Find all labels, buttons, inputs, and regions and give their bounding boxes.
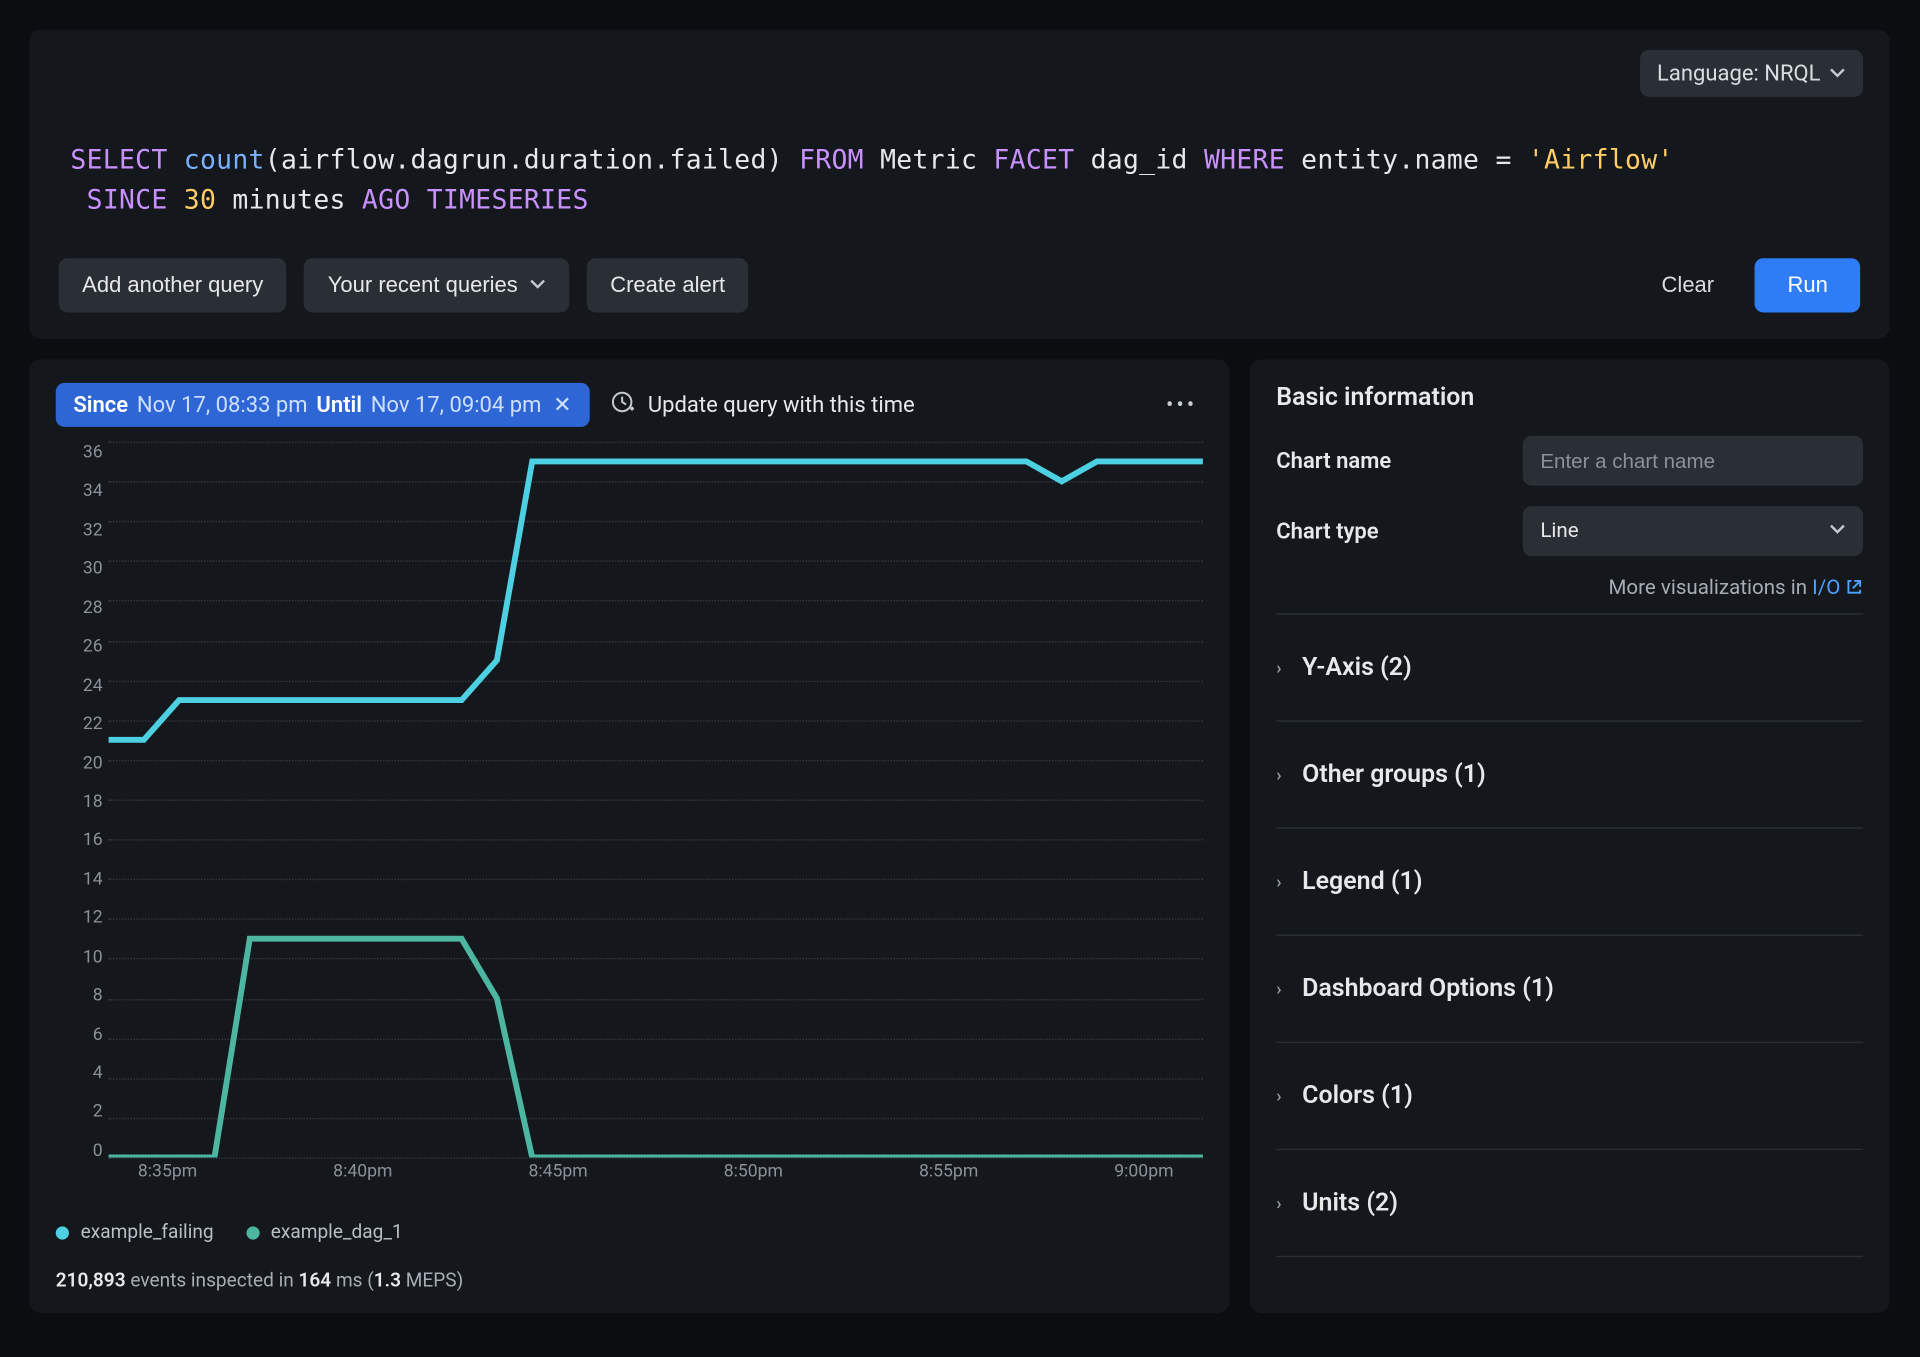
add-query-button[interactable]: Add another query	[59, 258, 287, 312]
chart-name-label: Chart name	[1276, 447, 1496, 473]
x-axis: 8:35pm 8:40pm 8:45pm 8:50pm 8:55pm 9:00pm	[109, 1160, 1203, 1189]
update-query-time-button[interactable]: Update query with this time	[610, 389, 915, 421]
y-tick: 4	[56, 1062, 103, 1083]
section-title: Basic information	[1276, 383, 1863, 412]
x-tick: 8:45pm	[528, 1160, 587, 1189]
accordion-label: Other groups (1)	[1302, 760, 1486, 789]
accordion-label: Colors (1)	[1302, 1081, 1413, 1110]
y-tick: 12	[56, 907, 103, 928]
y-tick: 2	[56, 1101, 103, 1122]
chart[interactable]: 363432302826242220181614121086420 8:35pm…	[56, 442, 1203, 1190]
plot-area	[109, 442, 1203, 1158]
y-tick: 26	[56, 635, 103, 656]
accordion-label: Units (2)	[1302, 1188, 1398, 1217]
close-icon[interactable]: ✕	[550, 392, 574, 418]
x-tick: 8:35pm	[138, 1160, 197, 1189]
x-tick: 8:40pm	[333, 1160, 392, 1189]
chart-type-label: Chart type	[1276, 518, 1496, 544]
more-visualizations: More visualizations in I/O	[1276, 577, 1863, 602]
legend-label: example_dag_1	[271, 1222, 403, 1244]
query-editor[interactable]: SELECT count(airflow.dagrun.duration.fai…	[59, 53, 1860, 250]
query-panel: Language: NRQL SELECT count(airflow.dagr…	[29, 29, 1889, 339]
chevron-down-icon	[1829, 519, 1845, 542]
accordion-item[interactable]: › Other groups (1)	[1276, 722, 1863, 829]
y-tick: 18	[56, 791, 103, 812]
run-button[interactable]: Run	[1755, 258, 1860, 312]
y-tick: 34	[56, 480, 103, 501]
query-actions: Add another query Your recent queries Cr…	[59, 249, 1860, 312]
x-tick: 8:50pm	[724, 1160, 783, 1189]
x-tick: 8:55pm	[919, 1160, 978, 1189]
y-tick: 20	[56, 752, 103, 773]
legend-swatch	[56, 1226, 69, 1239]
x-tick: 9:00pm	[1114, 1160, 1173, 1189]
chevron-right-icon: ›	[1276, 1193, 1281, 1214]
accordion-item[interactable]: › Dashboard Options (1)	[1276, 936, 1863, 1043]
y-tick: 36	[56, 442, 103, 463]
io-link[interactable]: I/O	[1812, 577, 1863, 600]
y-tick: 14	[56, 868, 103, 889]
accordion-item[interactable]: › Y-Axis (2)	[1276, 615, 1863, 722]
y-tick: 30	[56, 558, 103, 579]
y-tick: 10	[56, 946, 103, 967]
chevron-right-icon: ›	[1276, 871, 1281, 892]
y-tick: 24	[56, 674, 103, 695]
accordion-label: Y-Axis (2)	[1302, 653, 1412, 682]
legend-swatch	[246, 1226, 259, 1239]
legend-item[interactable]: example_failing	[56, 1222, 214, 1244]
chevron-down-icon	[530, 273, 546, 298]
chart-panel: Since Nov 17, 08:33 pm Until Nov 17, 09:…	[29, 359, 1229, 1313]
recent-queries-button[interactable]: Your recent queries	[304, 258, 569, 312]
legend-label: example_failing	[81, 1222, 214, 1244]
y-tick: 28	[56, 597, 103, 618]
chevron-right-icon: ›	[1276, 1086, 1281, 1107]
more-menu-icon[interactable]: •••	[1160, 392, 1203, 418]
chart-type-select[interactable]: Line	[1523, 506, 1863, 556]
create-alert-button[interactable]: Create alert	[587, 258, 749, 312]
y-tick: 8	[56, 985, 103, 1006]
chevron-right-icon: ›	[1276, 764, 1281, 785]
time-range-pill[interactable]: Since Nov 17, 08:33 pm Until Nov 17, 09:…	[56, 383, 589, 427]
language-selector[interactable]: Language: NRQL	[1639, 50, 1863, 97]
chevron-down-icon	[1829, 60, 1845, 86]
legend-item[interactable]: example_dag_1	[246, 1222, 403, 1244]
y-tick: 0	[56, 1140, 103, 1161]
chevron-right-icon: ›	[1276, 657, 1281, 678]
accordion: ›Y-Axis (2)›Other groups (1)›Legend (1)›…	[1276, 613, 1863, 1257]
settings-panel: Basic information Chart name Chart type …	[1250, 359, 1890, 1313]
y-tick: 16	[56, 829, 103, 850]
y-tick: 32	[56, 519, 103, 540]
query-stats: 210,893 events inspected in 164 ms (1.3 …	[56, 1270, 1203, 1292]
y-tick: 6	[56, 1023, 103, 1044]
clear-button[interactable]: Clear	[1638, 258, 1738, 312]
chevron-right-icon: ›	[1276, 978, 1281, 999]
accordion-item[interactable]: › Legend (1)	[1276, 829, 1863, 936]
accordion-item[interactable]: › Colors (1)	[1276, 1043, 1863, 1150]
accordion-item[interactable]: › Units (2)	[1276, 1150, 1863, 1257]
legend: example_failing example_dag_1	[56, 1222, 1203, 1244]
accordion-label: Legend (1)	[1302, 867, 1422, 896]
chart-name-input[interactable]	[1523, 436, 1863, 486]
language-label: Language: NRQL	[1657, 60, 1821, 86]
y-tick: 22	[56, 713, 103, 734]
y-axis: 363432302826242220181614121086420	[56, 442, 103, 1161]
external-link-icon	[1845, 578, 1863, 601]
accordion-label: Dashboard Options (1)	[1302, 974, 1554, 1003]
clock-icon	[610, 389, 636, 421]
